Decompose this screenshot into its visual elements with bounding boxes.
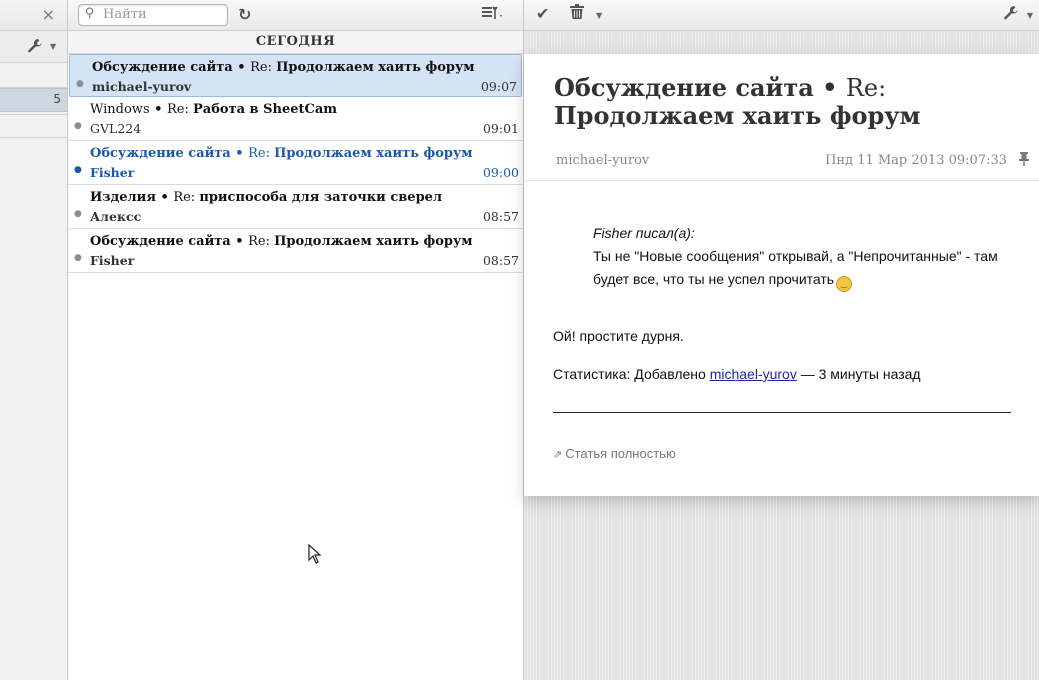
view-menu-icon[interactable] (482, 6, 502, 24)
item-subject: Обсуждение сайта • Re: Продолжаем хаить … (92, 60, 475, 75)
article-author[interactable]: michael-yurov (556, 153, 649, 168)
close-icon[interactable]: × (42, 5, 55, 24)
item-time: 08:57 (482, 253, 519, 268)
item-author: Fisher (90, 253, 135, 268)
item-subject: Windows • Re: Работа в SheetCam (90, 102, 338, 117)
read-status-dot: ● (74, 253, 82, 263)
item-time: 09:01 (482, 121, 519, 136)
mouse-cursor-icon (308, 544, 322, 564)
article-card: Обсуждение сайта • Re: Продолжаем хаить … (524, 54, 1039, 496)
chevron-down-icon[interactable]: ▼ (596, 11, 602, 20)
list-toolbar: ⚲ ↻ (68, 0, 523, 31)
external-link-icon: ⇗ (553, 449, 563, 461)
list-item[interactable]: ● Изделия • Re: приспособа для заточки с… (68, 185, 523, 229)
article-title[interactable]: Обсуждение сайта • Re: Продолжаем хаить … (554, 74, 974, 130)
sidebar-toolbar: × (0, 0, 67, 31)
article-stats: Статистика: Добавлено michael-yurov — 3 … (553, 366, 921, 382)
divider (524, 180, 1039, 181)
feeds-sidebar: × ▼ 5 (0, 0, 68, 680)
wrench-icon[interactable] (27, 38, 43, 58)
article-body: Fisher писал(а): Ты не "Новые сообщения"… (553, 222, 1013, 413)
read-status-dot: ● (74, 209, 82, 219)
item-author: Алексс (90, 209, 142, 224)
read-status-dot: ● (76, 79, 84, 89)
article-paragraph: Ой! простите дурня. (553, 328, 684, 344)
search-input[interactable] (103, 6, 221, 22)
day-group-header: СЕГОДНЯ (68, 31, 523, 54)
sidebar-tools-row: ▼ (0, 31, 67, 63)
article-view-pane: ✔ ▼ ▼ Обсуждение сайта • Re: Продолжаем … (524, 0, 1039, 680)
trash-icon[interactable] (570, 4, 584, 24)
item-subject: Обсуждение сайта • Re: Продолжаем хаить … (90, 234, 473, 249)
read-status-dot: ● (74, 121, 82, 131)
chevron-down-icon[interactable]: ▼ (1027, 11, 1033, 20)
item-time: 09:00 (482, 165, 519, 180)
item-author: Fisher (90, 165, 135, 180)
pin-icon[interactable] (1019, 152, 1029, 170)
item-subject: Обсуждение сайта • Re: Продолжаем хаить … (90, 146, 473, 161)
reload-icon[interactable]: ↻ (238, 5, 251, 24)
item-time: 08:57 (482, 209, 519, 224)
quote-author: Fisher писал(а): (593, 225, 695, 241)
sidebar-item-selected[interactable]: 5 (0, 88, 67, 112)
item-time: 09:07 (480, 79, 517, 94)
list-item[interactable]: ● Обсуждение сайта • Re: Продолжаем хаит… (68, 141, 523, 185)
divider (0, 114, 67, 115)
item-subject: Изделия • Re: приспособа для заточки све… (90, 190, 443, 205)
chevron-down-icon[interactable]: ▼ (50, 42, 56, 51)
article-list: ● Обсуждение сайта • Re: Продолжаем хаит… (68, 54, 523, 273)
article-toolbar: ✔ ▼ ▼ (524, 0, 1039, 31)
wrench-icon[interactable] (1003, 5, 1019, 25)
list-item[interactable]: ● Windows • Re: Работа в SheetCam GVL224… (68, 97, 523, 141)
item-author: michael-yurov (92, 79, 192, 94)
full-article-link[interactable]: ⇗ Статья полностью (553, 446, 676, 461)
item-author: GVL224 (90, 121, 142, 136)
article-date: Пнд 11 Мар 2013 09:07:33 (825, 153, 1007, 168)
search-box[interactable]: ⚲ (78, 4, 228, 26)
check-icon[interactable]: ✔ (536, 4, 549, 23)
list-item[interactable]: ● Обсуждение сайта • Re: Продолжаем хаит… (69, 54, 522, 97)
author-link[interactable]: michael-yurov (710, 366, 797, 382)
article-list-pane: ⚲ ↻ СЕГОДНЯ ● Обсуждение сайта • Re: Про… (68, 0, 524, 680)
search-icon: ⚲ (85, 6, 95, 21)
quote-block: Fisher писал(а): Ты не "Новые сообщения"… (593, 222, 1013, 292)
smiley-icon: ‿ (836, 276, 853, 292)
unread-count-badge: 5 (53, 92, 61, 106)
unread-status-dot: ● (74, 165, 82, 175)
list-item[interactable]: ● Обсуждение сайта • Re: Продолжаем хаит… (68, 229, 523, 273)
divider (0, 137, 67, 138)
quote-text: Ты не "Новые сообщения" открывай, а "Неп… (593, 248, 998, 287)
divider (553, 412, 1011, 413)
